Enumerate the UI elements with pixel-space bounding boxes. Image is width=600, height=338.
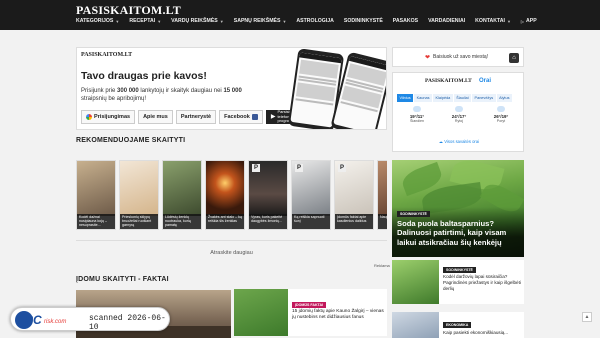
weather-all-link[interactable]: ☁ Visos savaitės orai <box>393 139 525 144</box>
weather-logo: PASISKAITOM.LT <box>425 78 472 84</box>
promo-text: Prisijunk prie 300 000 lankytojų ir skai… <box>81 88 242 102</box>
tab-siauliai[interactable]: Šiauliai <box>453 94 472 102</box>
rec-card[interactable]: Naujiena <box>377 160 387 230</box>
facebook-icon <box>251 114 258 120</box>
article-title[interactable]: 15 įdomių faktų apie Kauno Žalgirį – vie… <box>292 309 384 321</box>
divider <box>76 240 387 241</box>
category-badge[interactable]: EKONOMIKA <box>443 322 472 328</box>
tab-klaipeda[interactable]: Klaipėda <box>433 94 453 102</box>
rec-card[interactable]: P Vyras, kuris pakeitė daugybės žmonių... <box>248 160 288 230</box>
article-title[interactable]: Kaip pasiekti ekonomiškiausią... <box>443 330 523 336</box>
promo-title: Tavo draugas prie kavos! <box>81 70 207 82</box>
weather-day: 26°/19° Poryt <box>481 106 521 123</box>
weather-city-tabs: Vilnius Kaunas Klaipėda Šiauliai Panevėž… <box>397 94 512 102</box>
nav-sapnu-reiksmes[interactable]: SAPNŲ REIKŠMĖS ▼ <box>234 18 292 24</box>
featured-article[interactable]: SODININKYSTĖ Soda puola baltasparnius? D… <box>392 160 524 257</box>
cloud-icon <box>455 106 463 112</box>
category-badge[interactable]: SODININKYSTĖ <box>397 211 430 217</box>
city-icon[interactable]: ⌂ <box>509 53 519 63</box>
rec-card[interactable]: P Įdomūs faktai apie kasdienius daiktus <box>334 160 374 230</box>
nav-astrologija[interactable]: ASTROLOGIJA <box>296 18 338 24</box>
rec-card[interactable]: Lūdėsių ženklų nuotrauka, kurią pamatę <box>162 160 202 230</box>
article-thumbnail[interactable] <box>234 289 288 336</box>
ad-label: Reklama <box>374 263 390 268</box>
rec-card[interactable]: Žvakės ant stalo – ką reiškia šis ženkla… <box>205 160 245 230</box>
facts-article-card[interactable]: ĮDOMŪS FAKTAI 15 įdomių faktų apie Kauno… <box>234 289 387 336</box>
nav-app[interactable]: ▷ APP <box>521 18 542 24</box>
rec-card[interactable]: P Ką reiškia sapnuoti šunį <box>291 160 331 230</box>
chevron-down-icon: ▼ <box>506 18 511 24</box>
scan-date: scanned 2026-06-10 <box>89 314 166 332</box>
android-icon: ▷ <box>520 18 524 24</box>
nav-vardu-reiksmes[interactable]: VARDŲ REIKŠMĖS ▼ <box>171 18 229 24</box>
login-button[interactable]: Prisijungimas <box>81 110 136 124</box>
nav-vardadieniai[interactable]: VARDADIENIAI <box>428 18 470 24</box>
category-badge[interactable]: ĮDOMŪS FAKTAI <box>292 302 327 308</box>
nav-pasakos[interactable]: PASAKOS <box>393 18 423 24</box>
recommended-section-title: REKOMENDUOJAME SKAITYTI <box>76 137 186 144</box>
top-navigation-bar: PASISKAITOM.LT KATEGORIJOS ▼ RECEPTAI ▼ VA… <box>0 0 600 30</box>
facebook-button[interactable]: Facebook <box>219 110 263 124</box>
premium-badge: P <box>338 164 346 172</box>
ad-link[interactable]: Atraskite daugiau <box>76 250 387 256</box>
site-logo[interactable]: PASISKAITOM.LT <box>76 3 181 18</box>
featured-article-title[interactable]: Soda puola baltasparnius? Dalinuosi pati… <box>397 219 522 247</box>
about-button[interactable]: Apie mus <box>138 110 173 124</box>
category-badge[interactable]: SODININKYSTĖ <box>443 267 476 273</box>
pcrisk-logo: PC risk.com <box>15 311 66 329</box>
rec-card[interactable]: Kodėl dažnai nusiplauna kojų – nesuprasi… <box>76 160 116 230</box>
main-nav: KATEGORIJOS ▼ RECEPTAI ▼ VARDŲ REIKŠMĖS ▼ S… <box>76 18 547 24</box>
weather-title: Orai <box>479 78 492 84</box>
rec-card[interactable]: Prieskonių sklypų bruoželiai ruošiant ga… <box>119 160 159 230</box>
promo-buttons: Prisijungimas Apie mus Partnerystė Faceb… <box>81 110 319 124</box>
nav-sodininkyste[interactable]: SODININKYSTĖ <box>344 18 388 24</box>
article-thumbnail[interactable] <box>392 312 439 338</box>
city-vote-widget[interactable]: ❤ Baisiuok už savo miestą! ⌂ <box>392 47 524 67</box>
scroll-to-top-button[interactable]: ▲ <box>582 312 592 322</box>
weather-day: 19°/11° Šiandien <box>397 106 437 123</box>
chevron-down-icon: ▼ <box>115 18 120 24</box>
promo-logo: PASISKAITOM.LT <box>81 52 133 58</box>
tab-kaunas[interactable]: Kaunas <box>414 94 433 102</box>
premium-badge: P <box>295 164 303 172</box>
article-thumbnail[interactable] <box>392 260 439 304</box>
play-store-icon: ▶ <box>270 113 276 120</box>
tab-panevezys[interactable]: Panevėžys <box>472 94 496 102</box>
nav-receptai[interactable]: RECEPTAI ▼ <box>129 18 166 24</box>
nav-kategorijos[interactable]: KATEGORIJOS ▼ <box>76 18 124 24</box>
tab-vilnius[interactable]: Vilnius <box>397 94 414 102</box>
google-icon <box>86 114 92 120</box>
sidebar-article[interactable]: EKONOMIKA Kaip pasiekti ekonomiškiausią.… <box>392 312 524 338</box>
cloud-icon <box>413 106 421 112</box>
city-prompt: Baisiuok už savo miestą! <box>433 54 489 60</box>
chevron-down-icon: ▼ <box>157 18 162 24</box>
article-title[interactable]: Kodėl daržovių lapai sūsiraičia? Pagrind… <box>443 274 523 292</box>
sidebar-article[interactable]: SODININKYSTĖ Kodėl daržovių lapai sūsira… <box>392 260 524 304</box>
nav-kontaktai[interactable]: KONTAKTAI ▼ <box>475 18 516 24</box>
tab-alytus[interactable]: Alytus <box>496 94 512 102</box>
promo-banner: PASISKAITOM.LT Tavo draugas prie kavos! … <box>76 47 387 130</box>
chevron-down-icon: ▼ <box>219 18 224 24</box>
cloud-icon <box>497 106 505 112</box>
recommended-carousel: Kodėl dažnai nusiplauna kojų – nesuprasi… <box>76 160 387 232</box>
weather-widget: PASISKAITOM.LT Orai Vilnius Kaunas Klaip… <box>392 72 524 152</box>
premium-badge: P <box>252 164 260 172</box>
weather-days: 19°/11° Šiandien 24°/17° Rytoj 26°/19° Pory… <box>397 106 521 123</box>
heart-icon: ❤ <box>425 55 431 61</box>
chevron-down-icon: ▼ <box>282 18 287 24</box>
facts-section-title: ĮDOMU SKAITYTI - FAKTAI <box>76 276 169 283</box>
weather-day: 24°/17° Rytoj <box>439 106 479 123</box>
pcrisk-watermark: PC risk.com scanned 2026-06-10 <box>10 307 170 332</box>
partners-button[interactable]: Partnerystė <box>175 110 217 124</box>
